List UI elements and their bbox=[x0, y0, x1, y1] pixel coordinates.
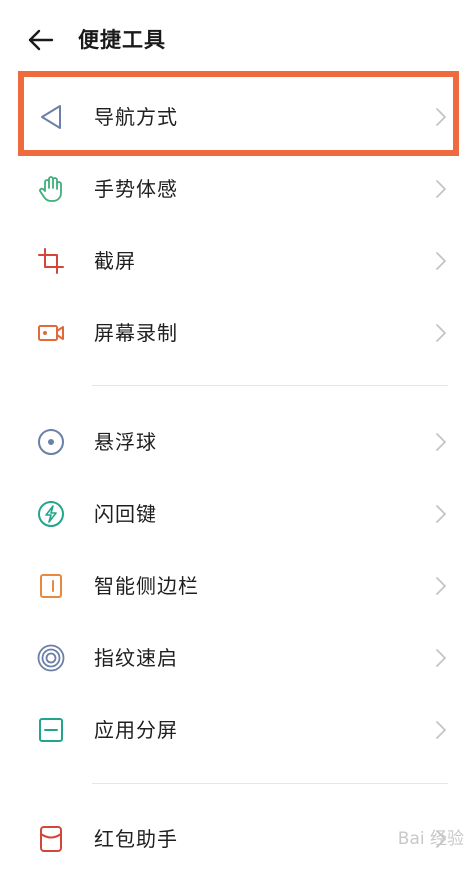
chevron-right-icon bbox=[436, 505, 446, 523]
highlight-box bbox=[18, 71, 459, 156]
menu-item-label: 手势体感 bbox=[94, 177, 178, 201]
menu-item-label: 屏幕录制 bbox=[94, 321, 178, 345]
chevron-right-icon bbox=[436, 721, 446, 739]
red-envelope-icon bbox=[40, 826, 62, 852]
chevron-right-icon bbox=[436, 252, 446, 270]
chevron-right-icon bbox=[436, 433, 446, 451]
menu-item-split-screen[interactable]: 应用分屏 bbox=[0, 694, 474, 766]
menu-item-smart-sidebar[interactable]: 智能侧边栏 bbox=[0, 550, 474, 622]
menu-item-floating-ball[interactable]: 悬浮球 bbox=[0, 406, 474, 478]
chevron-right-icon bbox=[436, 324, 446, 342]
hand-gesture-icon bbox=[39, 176, 62, 202]
screen-record-icon bbox=[38, 325, 64, 341]
menu-item-label: 截屏 bbox=[94, 249, 136, 273]
chevron-right-icon bbox=[436, 180, 446, 198]
menu-item-label: 应用分屏 bbox=[94, 718, 178, 742]
split-screen-icon bbox=[39, 718, 63, 742]
watermark: Bai 经验 bbox=[397, 829, 464, 849]
chevron-right-icon bbox=[436, 577, 446, 595]
menu-item-label: 红包助手 bbox=[94, 827, 178, 851]
section-divider bbox=[92, 783, 448, 784]
menu-item-label: 闪回键 bbox=[94, 502, 157, 526]
header: 便捷工具 bbox=[0, 0, 474, 78]
floating-ball-icon bbox=[38, 429, 64, 455]
menu-item-screenshot[interactable]: 截屏 bbox=[0, 225, 474, 297]
crop-screenshot-icon bbox=[38, 248, 64, 274]
menu-item-fingerprint[interactable]: 指纹速启 bbox=[0, 622, 474, 694]
menu-item-flashback-key[interactable]: 闪回键 bbox=[0, 478, 474, 550]
page-title: 便捷工具 bbox=[78, 28, 166, 52]
fingerprint-icon bbox=[37, 644, 65, 672]
menu-item-gesture[interactable]: 手势体感 bbox=[0, 153, 474, 225]
menu-item-label: 指纹速启 bbox=[94, 646, 178, 670]
menu-item-screen-record[interactable]: 屏幕录制 bbox=[0, 297, 474, 369]
chevron-right-icon bbox=[436, 649, 446, 667]
flashback-key-icon bbox=[38, 501, 64, 527]
menu-item-label: 悬浮球 bbox=[94, 430, 157, 454]
section-divider bbox=[92, 385, 448, 386]
smart-sidebar-icon bbox=[40, 574, 62, 598]
back-arrow-icon[interactable] bbox=[26, 26, 56, 54]
menu-item-label: 智能侧边栏 bbox=[94, 574, 199, 598]
